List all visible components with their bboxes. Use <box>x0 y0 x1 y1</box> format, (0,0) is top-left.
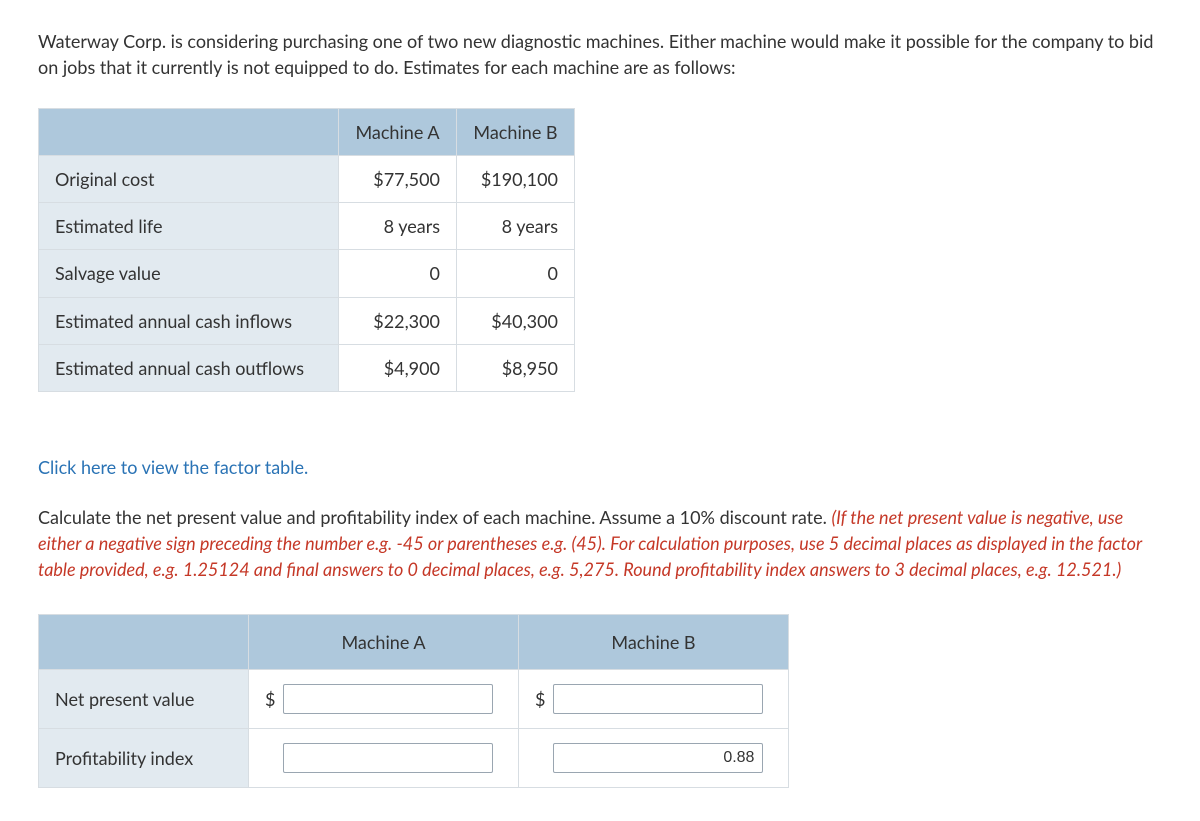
instructions-plain: Calculate the net present value and prof… <box>38 506 831 528</box>
pi-a-input[interactable] <box>283 743 493 773</box>
row-val-b: $190,100 <box>457 156 575 203</box>
table-row: Estimated annual cash inflows $22,300 $4… <box>39 297 575 344</box>
row-label: Original cost <box>39 156 339 203</box>
row-val-b: $40,300 <box>457 297 575 344</box>
spec-corner <box>39 109 339 156</box>
row-val-a: $4,900 <box>339 344 457 391</box>
table-row: Salvage value 0 0 <box>39 250 575 297</box>
currency-sign: $ <box>535 686 545 712</box>
npv-b-input[interactable] <box>553 684 763 714</box>
npv-a-input[interactable] <box>283 684 493 714</box>
intro-text: Waterway Corp. is considering purchasing… <box>38 28 1162 80</box>
row-val-b: 0 <box>457 250 575 297</box>
currency-sign: $ <box>265 686 275 712</box>
pi-label: Profitability index <box>39 729 249 788</box>
row-val-a: $22,300 <box>339 297 457 344</box>
factor-table-link[interactable]: Click here to view the factor table. <box>38 454 308 480</box>
answer-table: Machine A Machine B Net present value $ … <box>38 614 789 788</box>
row-label: Estimated annual cash inflows <box>39 297 339 344</box>
instructions: Calculate the net present value and prof… <box>38 504 1162 582</box>
table-row: Original cost $77,500 $190,100 <box>39 156 575 203</box>
row-val-b: 8 years <box>457 203 575 250</box>
table-row: Profitability index $ $ <box>39 729 789 788</box>
answer-corner <box>39 615 249 670</box>
npv-label: Net present value <box>39 670 249 729</box>
row-val-a: 8 years <box>339 203 457 250</box>
pi-b-input[interactable] <box>553 743 763 773</box>
table-row: Estimated life 8 years 8 years <box>39 203 575 250</box>
table-row: Estimated annual cash outflows $4,900 $8… <box>39 344 575 391</box>
row-val-a: 0 <box>339 250 457 297</box>
answer-header-a: Machine A <box>249 615 519 670</box>
table-row: Net present value $ $ <box>39 670 789 729</box>
row-label: Salvage value <box>39 250 339 297</box>
row-val-b: $8,950 <box>457 344 575 391</box>
row-val-a: $77,500 <box>339 156 457 203</box>
spec-table: Machine A Machine B Original cost $77,50… <box>38 108 575 392</box>
spec-header-a: Machine A <box>339 109 457 156</box>
spec-header-b: Machine B <box>457 109 575 156</box>
answer-header-b: Machine B <box>519 615 789 670</box>
row-label: Estimated life <box>39 203 339 250</box>
row-label: Estimated annual cash outflows <box>39 344 339 391</box>
